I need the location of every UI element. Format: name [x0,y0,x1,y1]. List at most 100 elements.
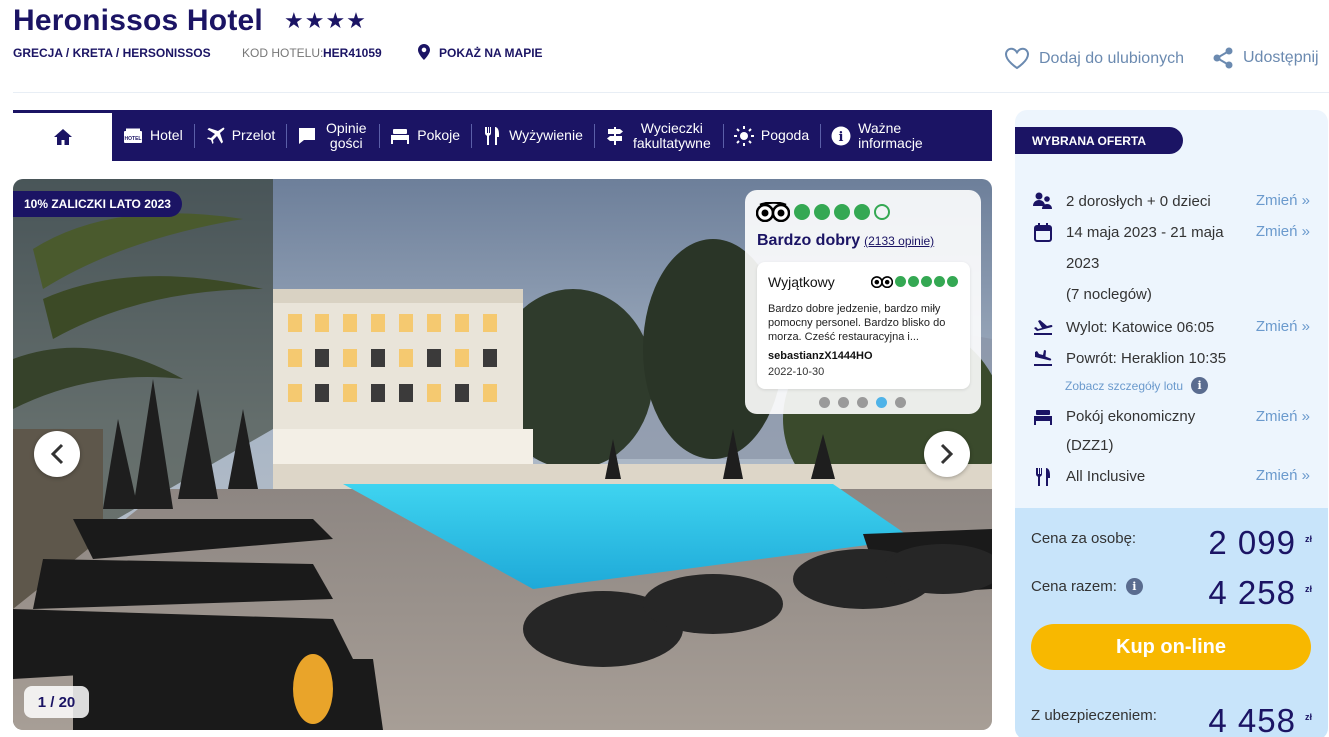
carousel-dot[interactable] [838,397,849,408]
tab-home[interactable] [13,110,112,161]
carousel-dot[interactable] [895,397,906,408]
share-button[interactable]: Udostępnij [1212,47,1319,69]
carousel-dot[interactable] [819,397,830,408]
tab-weather[interactable]: Pogoda [722,110,820,161]
board-text: All Inclusive [1066,468,1146,485]
room-row: Pokój ekonomiczny (DZZ1) [1032,408,1195,460]
svg-text:i: i [839,130,844,145]
flight-details-link[interactable]: Zobacz szczegóły lotu i [1065,377,1209,394]
guests-text: 2 dorosłych + 0 dzieci [1066,193,1211,210]
rating-bubble-full [834,204,850,220]
tab-reviews[interactable]: Opinie gości [286,110,379,161]
carousel-dot[interactable] [857,397,868,408]
review-card[interactable]: Wyjątkowy Bardzo dobre jedzenie, bardzo … [757,262,970,389]
insurance-total: 4 458 [1208,702,1296,737]
gallery-prev-button[interactable] [34,431,80,477]
rating-bubble-full [854,204,870,220]
carousel-dot-active[interactable] [876,397,887,408]
dates-line2: 2023 [1066,255,1100,272]
price-per-person-label: Cena za osobę: [1031,530,1137,547]
currency-label: zł [1304,712,1312,722]
departure-text: Wylot: Katowice 06:05 [1066,319,1215,336]
info-icon[interactable]: i [1191,377,1209,394]
review-text: Bardzo dobre jedzenie, bardzo miły pomoc… [768,303,946,343]
selected-offer-panel: WYBRANA OFERTA 2 dorosłych + 0 dzieci Zm… [1015,110,1328,737]
review-carousel-dots [819,397,906,408]
home-icon [53,129,72,145]
hotel-tabs-nav: HOTEL Hotel Przelot Opinie gości Pokoje … [13,110,992,161]
review-date: 2022-10-30 [768,366,825,378]
page-title: Heronissos Hotel [13,4,263,37]
price-box: Cena za osobę: 2 099 zł Cena razem: i 4 … [1015,508,1328,737]
plane-landing-icon [1032,349,1054,369]
tab-board[interactable]: Wyżywienie [471,110,594,161]
change-room-link[interactable]: Zmień » [1256,408,1310,425]
buy-online-button[interactable]: Kup on-line [1031,624,1311,670]
share-icon [1213,47,1233,69]
favorites-label: Dodaj do ulubionych [1039,49,1184,67]
tab-rooms-label: Pokoje [417,127,461,143]
rating-bubble-full [934,276,945,287]
map-pin-icon[interactable] [418,44,430,60]
info-icon: i [831,126,851,146]
signpost-icon [605,126,625,146]
nights-count: (7 noclegów) [1066,286,1152,303]
plane-icon [205,126,225,146]
total-price-label-row: Cena razem: i [1031,578,1143,595]
dates-text: 14 maja 2023 - 21 maja 2023 (7 noclegów) [1066,217,1224,310]
rating-bubble-full [814,204,830,220]
chat-icon [297,126,317,146]
change-guests-link[interactable]: Zmień » [1256,192,1310,209]
room-text: Pokój ekonomiczny (DZZ1) [1066,402,1195,460]
tab-rooms[interactable]: Pokoje [379,110,471,161]
info-icon[interactable]: i [1125,578,1143,595]
tab-important-info[interactable]: i Ważne informacje [820,110,923,161]
sun-icon [733,125,754,146]
tab-board-label: Wyżywienie [509,127,583,143]
tab-flight-label: Przelot [231,127,276,143]
tab-hotel[interactable]: HOTEL Hotel [112,110,194,161]
plane-takeoff-icon [1032,318,1054,338]
selected-offer-badge: WYBRANA OFERTA [1015,127,1183,154]
rating-bubble-full [921,276,932,287]
room-line2: (DZZ1) [1066,437,1114,454]
gallery-next-button[interactable] [924,431,970,477]
tab-flight[interactable]: Przelot [193,110,287,161]
add-to-favorites-button[interactable]: Dodaj do ulubionych [1004,47,1184,70]
show-map-link[interactable]: POKAŻ NA MAPIE [439,46,543,60]
promo-badge: 10% ZALICZKI LATO 2023 [13,191,182,217]
currency-label: zł [1304,534,1312,544]
change-board-link[interactable]: Zmień » [1256,467,1310,484]
tripadvisor-owl-icon [756,202,790,222]
hotel-icon: HOTEL [123,126,143,146]
review-author: sebastianzX1444HO [768,350,873,362]
calendar-icon [1032,223,1054,243]
reviews-count-link[interactable]: (2133 opinie) [864,234,934,248]
total-price-label: Cena razem: [1031,578,1117,595]
departure-row: Wylot: Katowice 06:05 [1032,318,1214,343]
tab-excursions-label: Wycieczki fakultatywne [632,119,711,151]
room-line1: Pokój ekonomiczny [1066,408,1196,425]
review-title: Wyjątkowy [768,274,835,290]
change-dates-link[interactable]: Zmień » [1256,223,1310,240]
tab-excursions[interactable]: Wycieczki fakultatywne [593,110,723,161]
svg-text:HOTEL: HOTEL [125,136,142,142]
guests-row: 2 dorosłych + 0 dzieci [1032,192,1211,217]
tripadvisor-owl-icon [871,276,893,288]
hotel-code-value: HER41059 [323,46,382,60]
people-icon [1032,192,1054,212]
currency-label: zł [1304,584,1312,594]
hotel-stars: ★★★★ [284,8,367,33]
cutlery-icon [1032,467,1054,487]
rating-text: Bardzo dobry [757,232,861,249]
share-label: Udostępnij [1243,49,1319,66]
return-text: Powrót: Heraklion 10:35 [1066,350,1227,367]
change-flight-link[interactable]: Zmień » [1256,318,1310,335]
bed-icon [1032,408,1054,428]
breadcrumb[interactable]: GRECJA / KRETA / HERSONISSOS [13,46,211,60]
hotel-code-label: KOD HOTELU: [242,46,324,60]
price-per-person: 2 099 [1208,524,1296,561]
tripadvisor-rating: Bardzo dobry (2133 opinie) [757,232,934,250]
return-row: Powrót: Heraklion 10:35 [1032,349,1226,374]
tab-weather-label: Pogoda [760,127,810,143]
